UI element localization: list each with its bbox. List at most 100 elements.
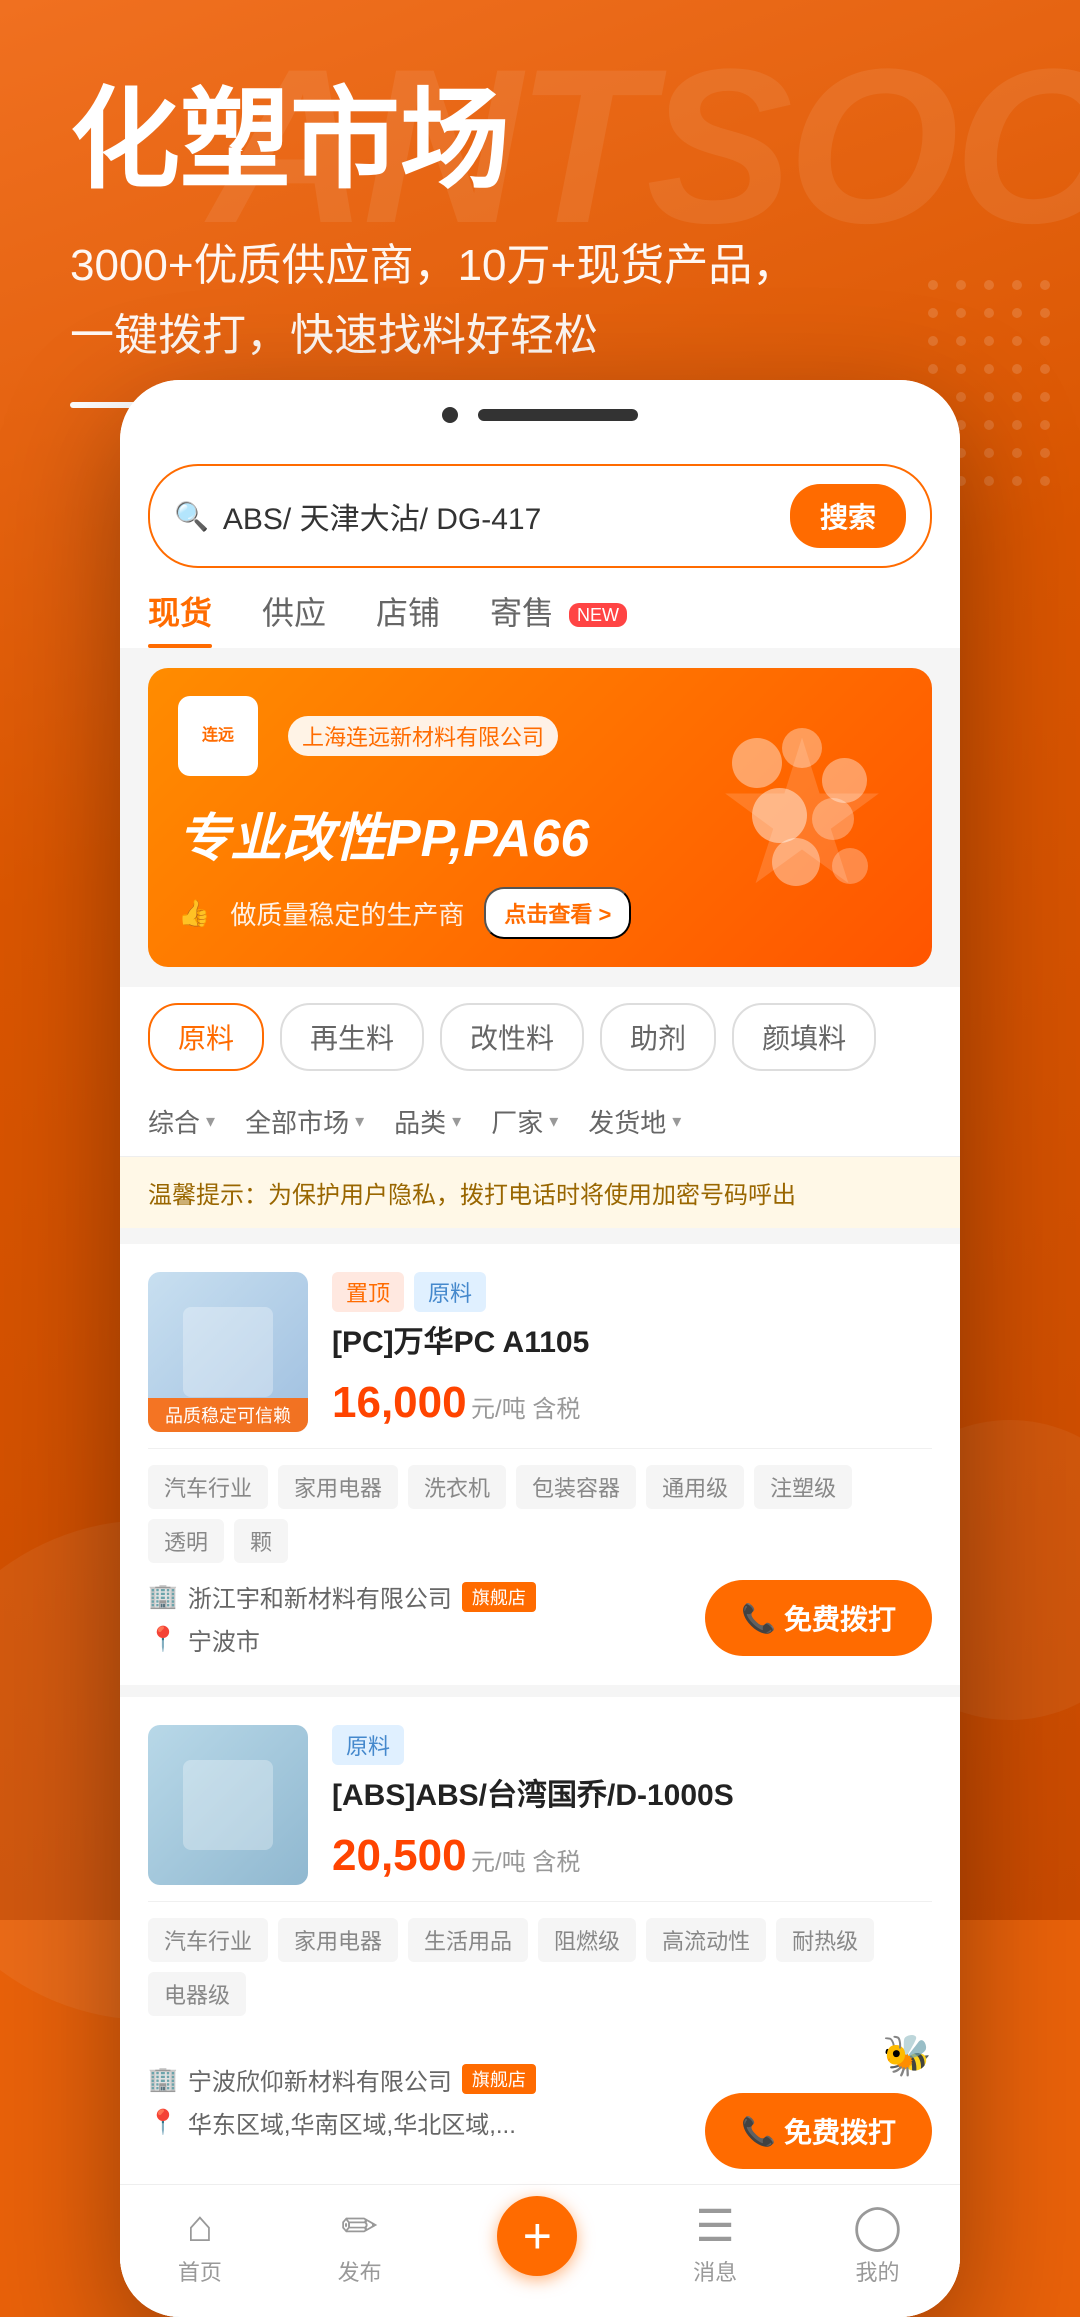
product-thumb-1: 品质稳定可信赖 [148, 1272, 308, 1432]
banner-sub-text: 做质量稳定的生产商 [230, 895, 464, 932]
phone-mockup: 🔍 ABS/ 天津大沾/ DG-417 搜索 现货 供应 店铺 寄售 [120, 380, 960, 2317]
banner-cta-button[interactable]: 点击查看 > [484, 887, 631, 939]
message-icon: ☰ [695, 2205, 734, 2249]
filter-arrow-icon: ▾ [549, 1111, 558, 1132]
subtitle-line2: 一键拨打，快速找料好轻松 [70, 311, 598, 360]
attr-tag: 汽车行业 [148, 1465, 268, 1509]
call-button-1[interactable]: 📞 免费拨打 [705, 1580, 932, 1656]
company-row-1: 🏢 浙江宇和新材料有限公司 旗舰店 [148, 1579, 536, 1614]
profile-icon: ◯ [853, 2205, 902, 2249]
location-text-1: 宁波市 [188, 1622, 260, 1657]
camera-dot [442, 407, 458, 423]
nav-home-label: 首页 [178, 2255, 222, 2287]
filter-arrow-icon: ▾ [672, 1111, 681, 1132]
phone-icon: 📞 [741, 1602, 776, 1635]
header-subtitle: 3000+优质供应商，10万+现货产品， 一键拨打，快速找料好轻松 [70, 231, 1010, 372]
product-price-2: 20,500 [332, 1831, 467, 1880]
attr-tag: 汽车行业 [148, 1918, 268, 1962]
product-card-2[interactable]: 原料 [ABS]ABS/台湾国乔/D-1000S 20,500 元/吨 含税 汽… [120, 1685, 960, 2197]
bottom-navigation: ⌂ 首页 ✏ 发布 + ☰ 消息 ◯ 我的 [120, 2184, 960, 2317]
company-name-1: 浙江宇和新材料有限公司 [188, 1579, 452, 1614]
attr-tag: 颗 [234, 1519, 288, 1563]
company-info-2: 🏢 宁波欣仰新材料有限公司 旗舰店 📍 华东区域,华南区域,华北区域,... [148, 2062, 536, 2140]
notice-text: 温馨提示：为保护用户隐私，拨打电话时将使用加密号码呼出 [148, 1182, 796, 1209]
product-footer-2: 🏢 宁波欣仰新材料有限公司 旗舰店 📍 华东区域,华南区域,华北区域,... 🐝 [148, 2032, 932, 2169]
main-tabs: 现货 供应 店铺 寄售 NEW [120, 568, 960, 648]
product-price-unit-1: 元/吨 含税 [471, 1396, 580, 1423]
filter-market[interactable]: 全部市场 ▾ [245, 1103, 364, 1140]
product-price-row-1: 16,000 元/吨 含税 [332, 1378, 932, 1428]
plus-icon: + [523, 2207, 552, 2265]
banner-company-tag: 上海连远新材料有限公司 [288, 716, 558, 756]
notice-bar: 温馨提示：为保护用户隐私，拨打电话时将使用加密号码呼出 [120, 1157, 960, 1228]
filter-arrow-icon: ▾ [355, 1111, 364, 1132]
filter-bar: 综合 ▾ 全部市场 ▾ 品类 ▾ 厂家 ▾ 发货地 ▾ [120, 1087, 960, 1157]
search-button[interactable]: 搜索 [790, 484, 906, 548]
product-top-1: 品质稳定可信赖 置顶 原料 [PC]万华PC A1105 16,000 元/吨 … [148, 1272, 932, 1432]
company-name-2: 宁波欣仰新材料有限公司 [188, 2062, 452, 2097]
call-button-2[interactable]: 📞 免费拨打 [705, 2093, 932, 2169]
filter-comprehensive[interactable]: 综合 ▾ [148, 1103, 215, 1140]
company-icon: 🏢 [148, 2065, 178, 2094]
product-card-1[interactable]: 品质稳定可信赖 置顶 原料 [PC]万华PC A1105 16,000 元/吨 … [120, 1244, 960, 1685]
pill-yantianlia[interactable]: 颜填料 [732, 1003, 876, 1071]
nav-message[interactable]: ☰ 消息 [693, 2205, 737, 2287]
product-info-1: 置顶 原料 [PC]万华PC A1105 16,000 元/吨 含税 [332, 1272, 932, 1432]
filter-location[interactable]: 发货地 ▾ [588, 1103, 681, 1140]
attr-tag: 洗衣机 [408, 1465, 506, 1509]
product-tags-2: 原料 [332, 1725, 932, 1765]
nav-message-label: 消息 [693, 2255, 737, 2287]
tag-type-2: 原料 [332, 1725, 404, 1765]
product-thumb-2 [148, 1725, 308, 1885]
filter-category[interactable]: 品类 ▾ [394, 1103, 461, 1140]
product-price-row-2: 20,500 元/吨 含税 [332, 1831, 932, 1881]
search-bar[interactable]: 🔍 ABS/ 天津大沾/ DG-417 搜索 [148, 464, 932, 568]
location-icon-2: 📍 [148, 2108, 178, 2137]
search-input-value[interactable]: ABS/ 天津大沾/ DG-417 [223, 494, 776, 538]
company-icon: 🏢 [148, 1582, 178, 1611]
tag-type-1: 原料 [414, 1272, 486, 1312]
pill-yuanliao[interactable]: 原料 [148, 1003, 264, 1071]
speaker-bar [478, 409, 638, 421]
nav-publish-label: 发布 [338, 2255, 382, 2287]
product-name-2: [ABS]ABS/台湾国乔/D-1000S [332, 1775, 932, 1817]
nav-profile[interactable]: ◯ 我的 [853, 2205, 902, 2287]
location-text-2: 华东区域,华南区域,华北区域,... [188, 2105, 516, 2140]
location-row-2: 📍 华东区域,华南区域,华北区域,... [148, 2105, 536, 2140]
verified-badge-2: 旗舰店 [462, 2064, 536, 2094]
nav-home[interactable]: ⌂ 首页 [178, 2205, 222, 2287]
attr-tag: 耐热级 [776, 1918, 874, 1962]
filter-manufacturer[interactable]: 厂家 ▾ [491, 1103, 558, 1140]
nav-publish[interactable]: ✏ 发布 [338, 2205, 382, 2287]
tab-dianpu[interactable]: 店铺 [376, 588, 440, 648]
search-icon: 🔍 [174, 500, 209, 533]
product-attrs-2: 汽车行业 家用电器 生活用品 阻燃级 高流动性 耐热级 电器级 [148, 1901, 932, 2016]
publish-icon: ✏ [341, 2205, 378, 2249]
location-row-1: 📍 宁波市 [148, 1622, 536, 1657]
pill-zhuzhi[interactable]: 助剂 [600, 1003, 716, 1071]
pill-gaixingliao[interactable]: 改性料 [440, 1003, 584, 1071]
attr-tag: 透明 [148, 1519, 224, 1563]
company-info-1: 🏢 浙江宇和新材料有限公司 旗舰店 📍 宁波市 [148, 1579, 536, 1657]
attr-tag: 家用电器 [278, 1918, 398, 1962]
attr-tag: 通用级 [646, 1465, 744, 1509]
attr-tag: 高流动性 [646, 1918, 766, 1962]
attr-tag: 包装容器 [516, 1465, 636, 1509]
banner-ad[interactable]: 连远 上海连远新材料有限公司 专业改性PP,PA66 👍 做质量稳定的生产商 点… [148, 668, 932, 967]
nav-plus[interactable]: + [497, 2216, 577, 2276]
product-attrs-1: 汽车行业 家用电器 洗衣机 包装容器 通用级 注塑级 透明 颗 [148, 1448, 932, 1563]
search-area: 🔍 ABS/ 天津大沾/ DG-417 搜索 [120, 440, 960, 568]
filter-arrow-icon: ▾ [206, 1111, 215, 1132]
attr-tag: 注塑级 [754, 1465, 852, 1509]
home-icon: ⌂ [187, 2205, 214, 2249]
tab-gongying[interactable]: 供应 [262, 588, 326, 648]
pill-zaishenglia[interactable]: 再生料 [280, 1003, 424, 1071]
product-info-2: 原料 [ABS]ABS/台湾国乔/D-1000S 20,500 元/吨 含税 [332, 1725, 932, 1885]
plus-button[interactable]: + [497, 2196, 577, 2276]
tab-xianhuo[interactable]: 现货 [148, 588, 212, 648]
product-top-2: 原料 [ABS]ABS/台湾国乔/D-1000S 20,500 元/吨 含税 [148, 1725, 932, 1885]
nav-profile-label: 我的 [855, 2255, 899, 2287]
product-name-1: [PC]万华PC A1105 [332, 1322, 932, 1364]
phone-status-bar [120, 380, 960, 440]
tab-jishou[interactable]: 寄售 NEW [490, 588, 627, 648]
